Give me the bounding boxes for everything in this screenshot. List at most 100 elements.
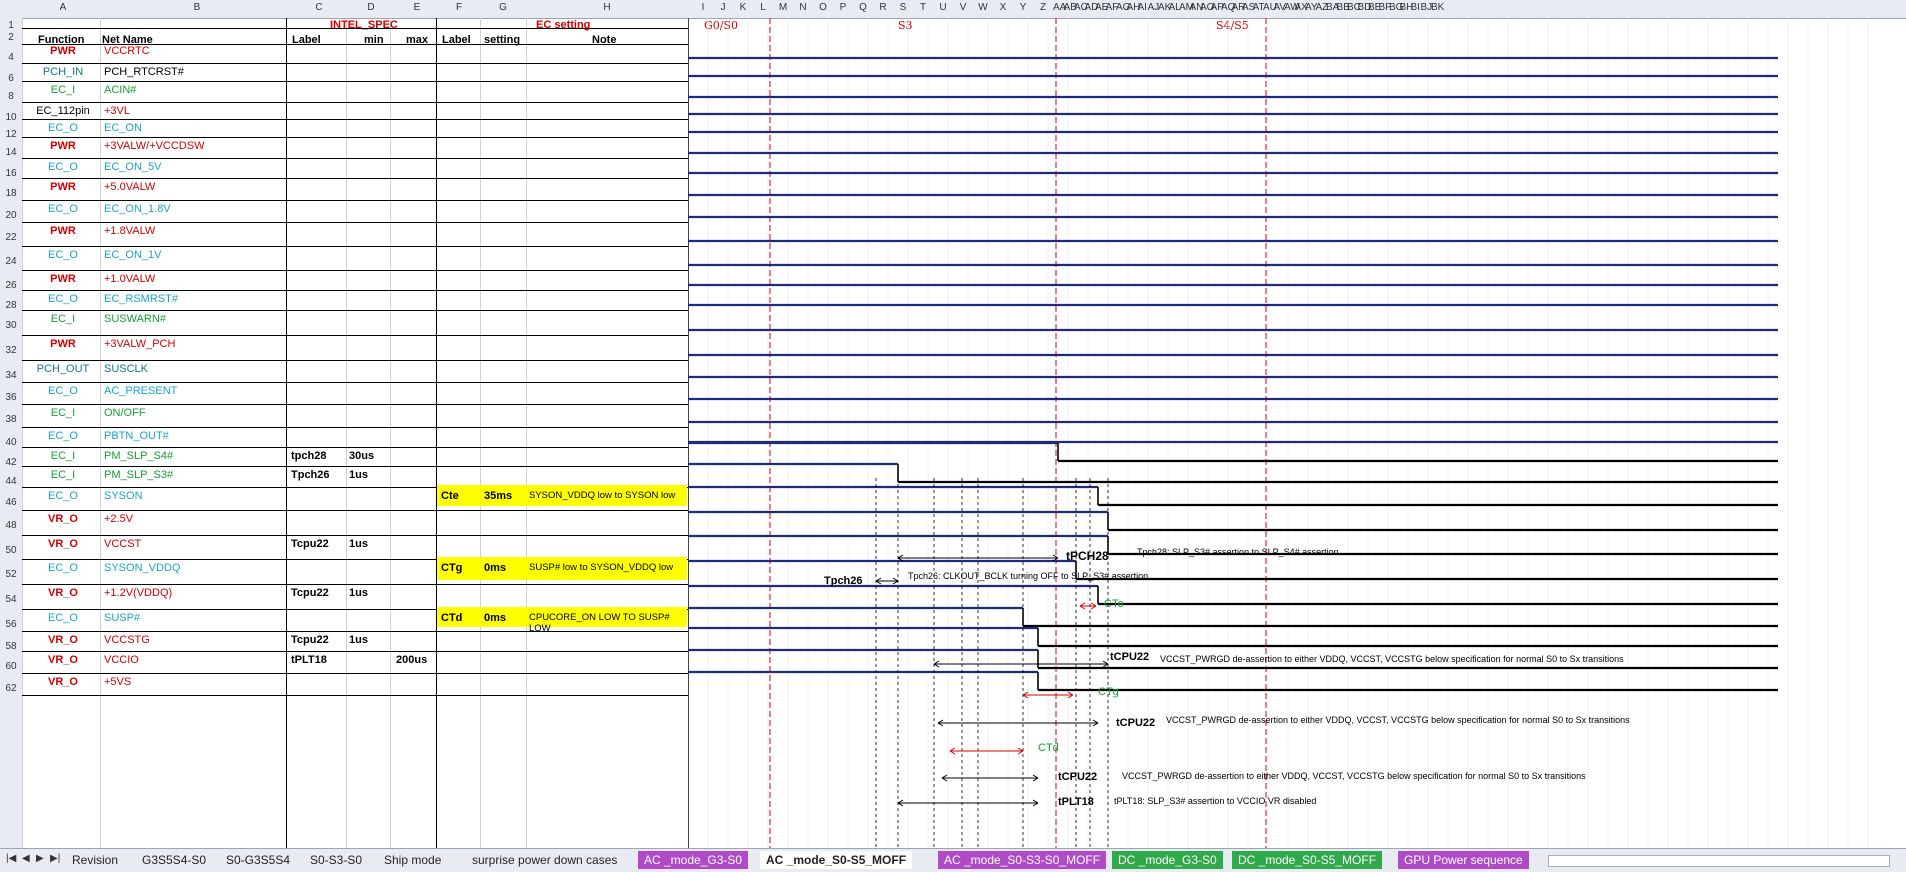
- col-header[interactable]: BH: [1400, 2, 1414, 13]
- row-number[interactable]: 14: [0, 147, 22, 158]
- net-name-cell[interactable]: EC_ON: [104, 122, 142, 134]
- net-name-cell[interactable]: EC_ON_5V: [104, 161, 161, 173]
- net-name-cell[interactable]: SUSWARN#: [104, 313, 166, 325]
- function-cell[interactable]: EC_O: [28, 293, 98, 305]
- function-cell[interactable]: EC_O: [28, 430, 98, 442]
- net-name-cell[interactable]: ON/OFF: [104, 407, 146, 419]
- row-number[interactable]: 18: [0, 188, 22, 199]
- net-name-cell[interactable]: VCCIO: [104, 654, 139, 666]
- col-header[interactable]: BE: [1368, 2, 1381, 13]
- spec-label-cell[interactable]: tpch28: [291, 450, 326, 462]
- function-cell[interactable]: VR_O: [28, 654, 98, 666]
- col-header-h[interactable]: H: [600, 2, 614, 13]
- function-cell[interactable]: EC_I: [28, 313, 98, 325]
- function-cell[interactable]: VR_O: [28, 676, 98, 688]
- net-name-cell[interactable]: +3VL: [104, 105, 130, 117]
- sheet-tab[interactable]: AC _mode_S0-S5_MOFF: [760, 851, 913, 869]
- row-number[interactable]: 16: [0, 168, 22, 179]
- row-number[interactable]: 28: [0, 300, 22, 311]
- function-cell[interactable]: EC_O: [28, 490, 98, 502]
- col-header[interactable]: S: [893, 2, 913, 13]
- row-number[interactable]: 1: [0, 20, 22, 31]
- sheet-tab[interactable]: DC _mode_S0-S5_MOFF: [1232, 851, 1383, 869]
- net-name-cell[interactable]: PBTN_OUT#: [104, 430, 169, 442]
- row-number[interactable]: 34: [0, 370, 22, 381]
- spec-label-cell[interactable]: Tcpu22: [291, 634, 329, 646]
- spec-label-cell[interactable]: Tcpu22: [291, 587, 329, 599]
- function-cell[interactable]: EC_O: [28, 249, 98, 261]
- col-header[interactable]: AM: [1179, 2, 1194, 13]
- function-cell[interactable]: PCH_IN: [28, 66, 98, 78]
- ec-setting-cell[interactable]: 35ms: [484, 490, 512, 502]
- function-cell[interactable]: EC_I: [28, 450, 98, 462]
- row-number[interactable]: 6: [0, 73, 22, 84]
- col-header-a[interactable]: A: [56, 2, 70, 13]
- row-number[interactable]: 58: [0, 641, 22, 652]
- col-header[interactable]: AB: [1064, 2, 1077, 13]
- col-header[interactable]: BI: [1410, 2, 1421, 13]
- net-name-cell[interactable]: SUSCLK: [104, 363, 148, 375]
- col-header[interactable]: AE: [1095, 2, 1108, 13]
- row-number[interactable]: 12: [0, 129, 22, 140]
- col-header[interactable]: BF: [1379, 2, 1392, 13]
- col-header[interactable]: AQ: [1221, 2, 1235, 13]
- function-cell[interactable]: EC_O: [28, 562, 98, 574]
- function-cell[interactable]: VR_O: [28, 634, 98, 646]
- col-header[interactable]: BB: [1337, 2, 1350, 13]
- col-header[interactable]: BG: [1389, 2, 1403, 13]
- row-number[interactable]: 2: [0, 32, 22, 43]
- col-header[interactable]: BD: [1358, 2, 1372, 13]
- col-header[interactable]: Y: [1013, 2, 1033, 13]
- ec-label-cell[interactable]: CTd: [441, 612, 462, 624]
- col-header[interactable]: T: [913, 2, 933, 13]
- function-cell[interactable]: PWR: [28, 140, 98, 152]
- function-cell[interactable]: VR_O: [28, 513, 98, 525]
- row-number[interactable]: 56: [0, 619, 22, 630]
- col-header[interactable]: U: [933, 2, 953, 13]
- col-header[interactable]: BA: [1326, 2, 1339, 13]
- col-header[interactable]: AF: [1106, 2, 1119, 13]
- sheet-tab[interactable]: Ship mode: [378, 851, 447, 869]
- horizontal-scrollbar[interactable]: [1548, 855, 1890, 867]
- net-name-cell[interactable]: AC_PRESENT: [104, 385, 177, 397]
- col-header[interactable]: L: [753, 2, 773, 13]
- col-header[interactable]: BK: [1431, 2, 1444, 13]
- net-name-cell[interactable]: SUSP#: [104, 612, 140, 624]
- row-number[interactable]: 60: [0, 661, 22, 672]
- row-number[interactable]: 46: [0, 497, 22, 508]
- net-name-cell[interactable]: SYSON_VDDQ: [104, 562, 180, 574]
- net-name-cell[interactable]: VCCSTG: [104, 634, 150, 646]
- col-header[interactable]: AU: [1263, 2, 1277, 13]
- row-number[interactable]: 4: [0, 52, 22, 63]
- col-header[interactable]: V: [953, 2, 973, 13]
- col-header[interactable]: AA: [1053, 2, 1066, 13]
- sheet-tab[interactable]: GPU Power sequence: [1398, 851, 1529, 869]
- function-cell[interactable]: VR_O: [28, 538, 98, 550]
- row-number[interactable]: 54: [0, 594, 22, 605]
- row-number[interactable]: 52: [0, 569, 22, 580]
- col-header[interactable]: AP: [1211, 2, 1224, 13]
- row-number[interactable]: 24: [0, 256, 22, 267]
- col-header[interactable]: R: [873, 2, 893, 13]
- col-header[interactable]: Z: [1033, 2, 1053, 13]
- col-header[interactable]: AN: [1190, 2, 1204, 13]
- col-header[interactable]: AV: [1274, 2, 1287, 13]
- net-name-cell[interactable]: +3VALW/+VCCDSW: [104, 140, 204, 152]
- col-header[interactable]: W: [973, 2, 993, 13]
- col-header[interactable]: AO: [1200, 2, 1214, 13]
- function-cell[interactable]: EC_O: [28, 612, 98, 624]
- col-header[interactable]: AZ: [1316, 2, 1329, 13]
- function-cell[interactable]: PWR: [28, 338, 98, 350]
- spec-min-cell[interactable]: 1us: [349, 469, 368, 481]
- col-header[interactable]: X: [993, 2, 1013, 13]
- col-header[interactable]: Q: [853, 2, 873, 13]
- sheet-tab[interactable]: AC _mode_S0-S3-S0_MOFF: [938, 851, 1107, 869]
- col-header-c[interactable]: C: [312, 2, 326, 13]
- next-sheet-icon[interactable]: ▶: [36, 853, 44, 864]
- col-header[interactable]: AT: [1253, 2, 1265, 13]
- row-number[interactable]: 50: [0, 545, 22, 556]
- col-header-d[interactable]: D: [364, 2, 378, 13]
- spec-label-cell[interactable]: Tcpu22: [291, 538, 329, 550]
- col-header[interactable]: AJ: [1148, 2, 1160, 13]
- row-number[interactable]: 38: [0, 414, 22, 425]
